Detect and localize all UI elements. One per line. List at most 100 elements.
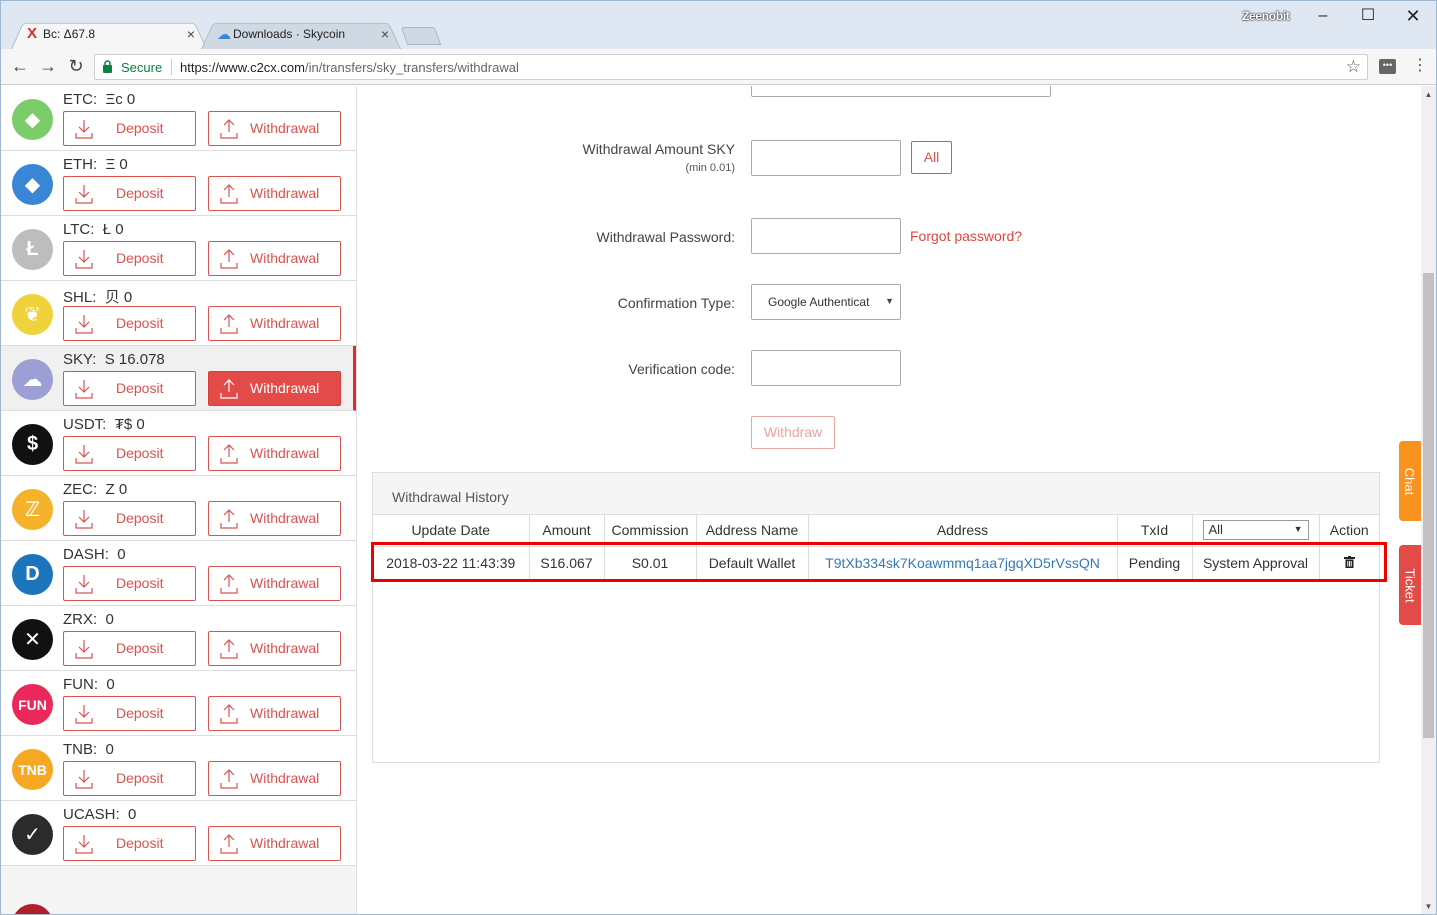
- withdrawal-button[interactable]: Withdrawal: [208, 111, 341, 146]
- coin-row-zrx: ✕ ZRX: 0 Deposit Withdrawal: [1, 606, 356, 671]
- back-icon[interactable]: ←: [9, 55, 31, 77]
- tab-label: Bc: Δ67.8: [43, 27, 96, 41]
- coin-icon: Ł: [12, 229, 53, 270]
- coin-icon: D: [12, 554, 53, 595]
- withdrawal-button[interactable]: Withdrawal: [208, 761, 341, 796]
- deposit-button[interactable]: Deposit: [63, 631, 196, 666]
- deposit-button[interactable]: Deposit: [63, 371, 196, 406]
- upload-icon: [220, 769, 238, 789]
- deposit-button[interactable]: Deposit: [63, 241, 196, 276]
- withdrawal-button[interactable]: Withdrawal: [208, 566, 341, 601]
- withdrawal-button[interactable]: Withdrawal: [208, 176, 341, 211]
- verification-label: Verification code:: [628, 361, 735, 377]
- coin-balance: DASH: 0: [63, 546, 126, 563]
- coin-icon: TNB: [12, 749, 53, 790]
- close-icon[interactable]: ×: [187, 19, 195, 49]
- coin-icon: [12, 904, 53, 914]
- withdraw-button[interactable]: Withdraw: [751, 416, 835, 449]
- verification-input[interactable]: [751, 350, 901, 386]
- scrollbar-thumb[interactable]: [1423, 273, 1434, 738]
- deposit-button[interactable]: Deposit: [63, 306, 196, 341]
- withdrawal-button[interactable]: Withdrawal: [208, 306, 341, 341]
- dropdown-arrow-icon: ▼: [1293, 524, 1303, 535]
- deposit-button[interactable]: Deposit: [63, 826, 196, 861]
- coin-balance: FUN: 0: [63, 676, 115, 693]
- tab-label: Downloads · Skycoin: [233, 27, 346, 41]
- x-brand-icon: X: [27, 25, 38, 42]
- download-icon: [75, 379, 93, 399]
- tab-downloads[interactable]: ☁ Downloads · Skycoin ×: [201, 19, 401, 49]
- highlight-annotation: [371, 542, 1387, 582]
- coin-balance: ZEC: Z 0: [63, 481, 128, 498]
- all-button[interactable]: All: [911, 141, 952, 174]
- amount-input[interactable]: [751, 140, 901, 176]
- withdrawal-button[interactable]: Withdrawal: [208, 501, 341, 536]
- deposit-button[interactable]: Deposit: [63, 566, 196, 601]
- withdrawal-button[interactable]: Withdrawal: [208, 631, 341, 666]
- forgot-password-link[interactable]: Forgot password?: [910, 228, 1022, 244]
- profile-name[interactable]: Zeenobit: [1242, 9, 1290, 23]
- coin-balance: SKY: S 16.078: [63, 351, 165, 368]
- extension-icon[interactable]: •••: [1379, 59, 1396, 74]
- chat-tab[interactable]: Chat: [1399, 441, 1421, 521]
- coin-icon: ☁: [12, 359, 53, 400]
- coin-icon: $: [12, 424, 53, 465]
- upload-icon: [220, 119, 238, 139]
- status-filter-select[interactable]: All ▼: [1202, 520, 1309, 541]
- deposit-button[interactable]: Deposit: [63, 696, 196, 731]
- withdrawal-history: Withdrawal History Update Date Amount Co…: [372, 472, 1380, 763]
- scroll-up-icon[interactable]: ▲: [1421, 87, 1436, 102]
- deposit-button[interactable]: Deposit: [63, 761, 196, 796]
- coin-row-sky: ☁ SKY: S 16.078 Deposit Withdrawal: [1, 346, 356, 411]
- download-icon: [75, 769, 93, 789]
- download-icon: [75, 639, 93, 659]
- deposit-button[interactable]: Deposit: [63, 436, 196, 471]
- upload-icon: [220, 639, 238, 659]
- dropdown-arrow-icon: ▼: [885, 296, 894, 306]
- deposit-button[interactable]: Deposit: [63, 176, 196, 211]
- confirmation-select[interactable]: Google Authenticat ▼: [751, 284, 901, 320]
- upload-icon: [220, 574, 238, 594]
- amount-label: Withdrawal Amount SKY: [582, 141, 735, 157]
- close-icon[interactable]: ×: [381, 19, 389, 49]
- deposit-button[interactable]: Deposit: [63, 111, 196, 146]
- close-window-button[interactable]: ✕: [1398, 5, 1428, 27]
- withdrawal-button[interactable]: Withdrawal: [208, 826, 341, 861]
- history-title: Withdrawal History: [373, 473, 1379, 515]
- coin-icon: ℤ: [12, 489, 53, 530]
- browser-toolbar: ← → ↻ Secure https://www.c2cx.com/in/tra…: [1, 49, 1436, 85]
- tab-bc[interactable]: X Bc: Δ67.8 ×: [11, 19, 207, 49]
- download-icon: [75, 444, 93, 464]
- url-text[interactable]: https://www.c2cx.com/in/transfers/sky_tr…: [180, 60, 519, 75]
- scroll-down-icon[interactable]: ▼: [1421, 899, 1436, 914]
- coin-icon: ◆: [12, 164, 53, 205]
- download-icon: [75, 834, 93, 854]
- ticket-tab[interactable]: Ticket: [1399, 545, 1421, 625]
- coin-balance: ZRX: 0: [63, 611, 114, 628]
- withdrawal-button[interactable]: Withdrawal: [208, 371, 341, 406]
- menu-icon[interactable]: ⋮: [1412, 58, 1428, 74]
- coin-icon: ◆: [12, 99, 53, 140]
- coin-balance: ETC: Ξc 0: [63, 91, 136, 108]
- coin-balance: LTC: Ł 0: [63, 221, 124, 238]
- coin-row-dash: D DASH: 0 Deposit Withdrawal: [1, 541, 356, 606]
- withdrawal-button[interactable]: Withdrawal: [208, 436, 341, 471]
- upload-icon: [220, 509, 238, 529]
- withdrawal-button[interactable]: Withdrawal: [208, 696, 341, 731]
- coin-icon: ✓: [12, 814, 53, 855]
- coin-balance: SHL: 贝 0: [63, 289, 133, 306]
- deposit-button[interactable]: Deposit: [63, 501, 196, 536]
- upload-icon: [220, 444, 238, 464]
- address-input-partial[interactable]: [751, 86, 1051, 97]
- address-bar[interactable]: Secure https://www.c2cx.com/in/transfers…: [94, 54, 1368, 80]
- star-icon[interactable]: ☆: [1346, 57, 1361, 77]
- minimize-button[interactable]: –: [1308, 5, 1338, 27]
- reload-icon[interactable]: ↻: [65, 55, 87, 77]
- download-icon: [75, 249, 93, 269]
- new-tab-button[interactable]: [400, 27, 442, 45]
- password-input[interactable]: [751, 218, 901, 254]
- withdrawal-button[interactable]: Withdrawal: [208, 241, 341, 276]
- forward-icon[interactable]: →: [37, 55, 59, 77]
- upload-icon: [220, 314, 238, 334]
- maximize-button[interactable]: ☐: [1353, 5, 1383, 27]
